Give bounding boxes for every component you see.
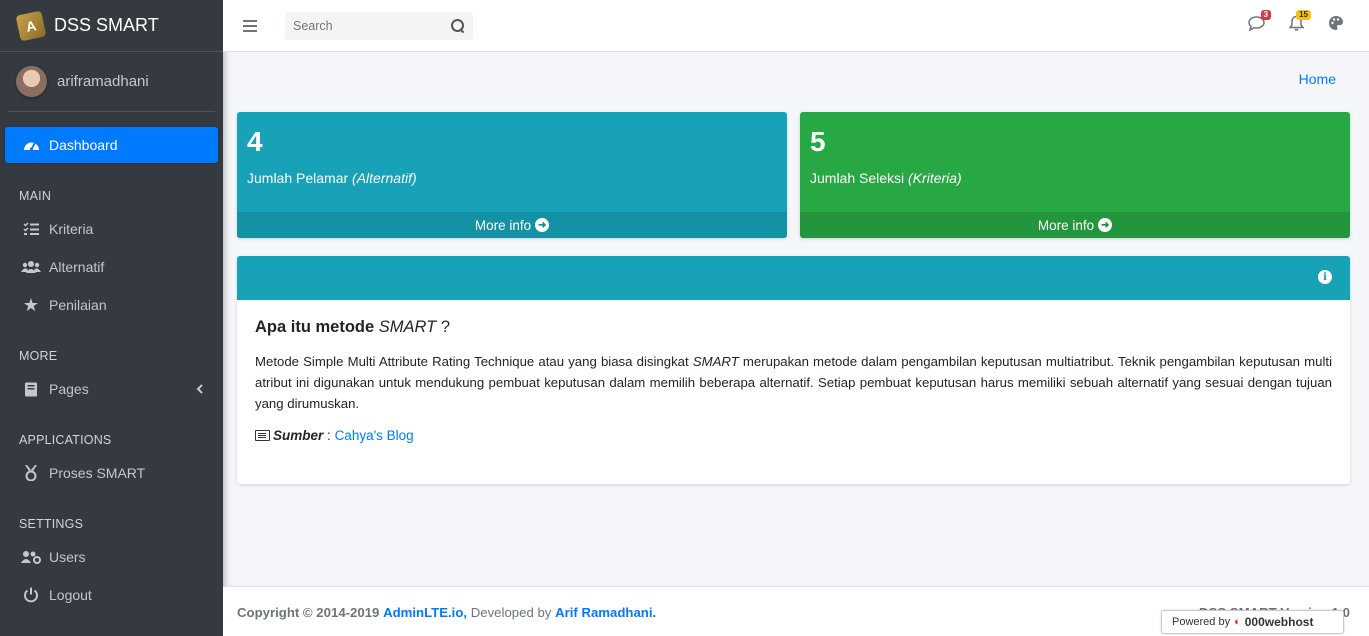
card-title: Apa itu metode SMART ? [255, 318, 451, 336]
stat-value: 5 [810, 126, 826, 157]
top-navbar: 3 15 [223, 0, 1369, 52]
breadcrumb-home[interactable]: Home [1299, 71, 1336, 87]
sidebar-item-logout[interactable]: Logout [5, 577, 218, 613]
user-panel[interactable]: ariframadhani [8, 52, 215, 112]
sidebar-nav: Dashboard MAIN Kriteria Alternatif ★ Pen… [0, 112, 223, 613]
footer-copyright: Copyright © 2014-2019 AdminLTE.io, Devel… [237, 605, 657, 620]
avatar [16, 66, 47, 97]
info-icon[interactable]: i [1318, 270, 1332, 284]
stat-value: 4 [247, 126, 263, 157]
arrow-circle-right-icon: ➜ [535, 218, 550, 232]
newspaper-icon [255, 430, 270, 441]
author-link[interactable]: Arif Ramadhani. [555, 605, 656, 620]
search-input[interactable] [293, 18, 433, 33]
nav-header-applications: APPLICATIONS [19, 433, 112, 447]
brand-link[interactable]: A DSS SMART [0, 0, 223, 52]
sidebar-item-label: Penilaian [49, 297, 107, 313]
sidebar-item-kriteria[interactable]: Kriteria [5, 211, 218, 247]
messages-badge: 3 [1260, 10, 1271, 20]
sidebar-item-penilaian[interactable]: ★ Penilaian [5, 287, 218, 323]
more-info-link[interactable]: More info ➜ [237, 212, 787, 238]
sidebar-item-label: Users [49, 549, 86, 565]
sidebar-item-label: Proses SMART [49, 465, 146, 481]
stat-label: Jumlah Pelamar (Alternatif) [247, 170, 417, 186]
powered-by-badge[interactable]: Powered by ◐ 000webhost [1161, 610, 1344, 634]
card-text: Metode Simple Multi Attribute Rating Tec… [255, 354, 1333, 411]
navbar-actions: 3 15 [1247, 10, 1345, 32]
sidebar-item-dashboard[interactable]: Dashboard [5, 127, 218, 163]
source-line: Sumber : Cahya's Blog [255, 428, 1332, 443]
menu-toggle-icon[interactable] [243, 19, 257, 32]
webhost-logo-icon: ◐ [1234, 616, 1241, 628]
sidebar-item-label: Dashboard [49, 137, 118, 153]
nav-header-main: MAIN [19, 189, 52, 203]
medal-icon [21, 465, 41, 481]
brand-title: DSS SMART [54, 15, 159, 35]
sidebar-item-label: Alternatif [49, 259, 105, 275]
stat-box-seleksi: 5 Jumlah Seleksi (Kriteria) More info ➜ [800, 112, 1350, 238]
sidebar-item-proses-smart[interactable]: Proses SMART [5, 455, 218, 491]
star-icon: ★ [22, 294, 40, 315]
sidebar-item-pages[interactable]: Pages [5, 371, 218, 407]
source-link[interactable]: Cahya's Blog [335, 428, 414, 443]
book-icon [21, 382, 41, 397]
nav-header-settings: SETTINGS [19, 517, 84, 531]
stat-label: Jumlah Seleksi (Kriteria) [810, 170, 962, 186]
messages-icon[interactable]: 3 [1247, 10, 1271, 32]
adminlte-link[interactable]: AdminLTE.io, [383, 605, 467, 620]
more-info-link[interactable]: More info ➜ [800, 212, 1350, 238]
users-cog-icon [21, 550, 41, 564]
sidebar-item-label: Logout [49, 587, 92, 603]
bell-icon[interactable]: 15 [1287, 10, 1311, 32]
notifications-badge: 15 [1296, 10, 1311, 20]
users-icon [21, 260, 41, 274]
sidebar-item-label: Pages [49, 381, 89, 397]
brand-logo-icon: A [15, 10, 47, 41]
chevron-left-icon[interactable] [196, 381, 204, 397]
stat-box-pelamar: 4 Jumlah Pelamar (Alternatif) More info ➜ [237, 112, 787, 238]
search-bar [285, 11, 473, 40]
arrow-circle-right-icon: ➜ [1098, 218, 1113, 232]
palette-icon[interactable] [1327, 14, 1345, 32]
search-icon[interactable] [451, 18, 465, 33]
user-name[interactable]: ariframadhani [57, 73, 149, 90]
card-body: Apa itu metode SMART ? Metode Simple Mul… [237, 300, 1350, 443]
tasks-icon [21, 222, 41, 236]
power-off-icon [21, 587, 41, 603]
sidebar-item-label: Kriteria [49, 221, 94, 237]
sidebar-item-alternatif[interactable]: Alternatif [5, 249, 218, 285]
nav-header-more: MORE [19, 349, 58, 363]
tachometer-icon [21, 138, 41, 152]
card-header: i [237, 256, 1350, 300]
sidebar: A DSS SMART ariframadhani Dashboard MAIN… [0, 0, 223, 636]
info-card: i Apa itu metode SMART ? Metode Simple M… [237, 256, 1350, 484]
sidebar-item-users[interactable]: Users [5, 539, 218, 575]
